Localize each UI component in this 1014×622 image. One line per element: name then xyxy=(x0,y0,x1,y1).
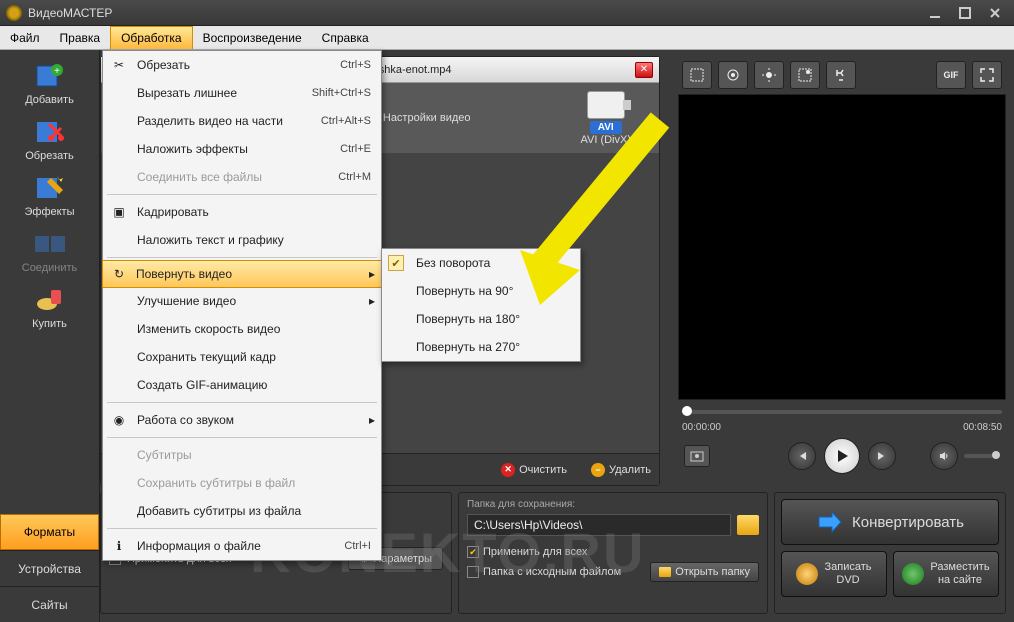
browse-folder-button[interactable] xyxy=(737,515,759,535)
crop-tool-button[interactable] xyxy=(682,61,712,89)
menu-item: Сохранить субтитры в файл xyxy=(103,469,381,497)
time-total: 00:08:50 xyxy=(963,422,1002,433)
menu-item[interactable]: Наложить текст и графику xyxy=(103,226,381,254)
brightness-tool-button[interactable] xyxy=(754,61,784,89)
enhance-tool-button[interactable] xyxy=(718,61,748,89)
menu-item[interactable]: Разделить видео на частиCtrl+Alt+S xyxy=(103,107,381,135)
maximize-button[interactable] xyxy=(952,5,978,21)
submenu-item[interactable]: Повернуть на 270° xyxy=(382,333,580,361)
delete-icon: − xyxy=(591,463,605,477)
menu-обработка[interactable]: Обработка xyxy=(110,26,193,49)
tab-устройства[interactable]: Устройства xyxy=(0,550,99,586)
upload-web-button[interactable]: Разместитьна сайте xyxy=(893,551,999,597)
fullscreen-button[interactable] xyxy=(972,61,1002,89)
sidebar-buy-button[interactable]: Купить xyxy=(10,282,90,330)
clear-icon: ✕ xyxy=(501,463,515,477)
check-icon: ✔ xyxy=(388,255,404,271)
chevron-right-icon: ▸ xyxy=(369,413,375,427)
menu-item[interactable]: Создать GIF-анимацию xyxy=(103,371,381,399)
menu-item[interactable]: Добавить субтитры из файла xyxy=(103,497,381,525)
join-icon xyxy=(28,226,72,262)
app-logo-icon xyxy=(6,5,22,21)
chevron-right-icon: ▸ xyxy=(369,267,375,281)
add-icon: + xyxy=(28,58,72,94)
buy-icon xyxy=(28,282,72,318)
folder-icon xyxy=(659,567,671,577)
seek-bar[interactable] xyxy=(678,404,1006,420)
menu-item[interactable]: Вырезать лишнееShift+Ctrl+S xyxy=(103,79,381,107)
volume-slider[interactable] xyxy=(964,454,1000,458)
sidebar-effects-button[interactable]: Эффекты xyxy=(10,170,90,218)
menu-файл[interactable]: Файл xyxy=(0,26,50,49)
clear-list-button[interactable]: ✕ Очистить xyxy=(501,463,567,477)
video-settings-link[interactable]: ⚙ Настройки видео xyxy=(369,112,471,125)
crop-icon: ▣ xyxy=(109,202,129,222)
play-button[interactable] xyxy=(824,438,860,474)
save-folder-label: Папка для сохранения: xyxy=(467,499,759,510)
menu-item: Субтитры xyxy=(103,441,381,469)
submenu-item[interactable]: ✔Без поворота xyxy=(382,249,580,277)
info-icon: ℹ xyxy=(109,536,129,556)
scissors-icon: ✂ xyxy=(109,55,129,75)
menu-item[interactable]: ▣Кадрировать xyxy=(103,198,381,226)
action-panel: Конвертировать ЗаписатьDVD Разместитьна … xyxy=(774,492,1006,614)
menu-item[interactable]: Изменить скорость видео xyxy=(103,315,381,343)
menu-item[interactable]: Сохранить текущий кадр xyxy=(103,343,381,371)
menu-item: Соединить все файлыCtrl+M xyxy=(103,163,381,191)
svg-text:+: + xyxy=(54,66,60,77)
volume-button[interactable] xyxy=(930,442,958,470)
effects-icon xyxy=(28,170,72,206)
menu-item[interactable]: Улучшение видео▸ xyxy=(103,287,381,315)
processing-menu: ✂ОбрезатьCtrl+SВырезать лишнееShift+Ctrl… xyxy=(102,50,382,561)
tab-форматы[interactable]: Форматы xyxy=(0,514,99,550)
tab-сайты[interactable]: Сайты xyxy=(0,586,99,622)
menu-правка[interactable]: Правка xyxy=(50,26,111,49)
file-close-button[interactable]: ✕ xyxy=(635,62,653,78)
cut-icon xyxy=(28,114,72,150)
open-folder-button[interactable]: Открыть папку xyxy=(650,562,759,582)
next-button[interactable] xyxy=(868,442,896,470)
sidebar-cut-button[interactable]: Обрезать xyxy=(10,114,90,162)
globe-icon xyxy=(902,563,924,585)
menu-item[interactable]: ↻Повернуть видео▸ xyxy=(102,260,382,288)
effects-tool-button[interactable] xyxy=(790,61,820,89)
convert-button[interactable]: Конвертировать xyxy=(781,499,999,545)
file-format-indicator[interactable]: AVI AVI (DivX) xyxy=(580,91,631,146)
save-folder-panel: Папка для сохранения: ✔ Применить для вс… xyxy=(458,492,768,614)
save-path-input[interactable] xyxy=(467,514,731,536)
menu-item[interactable]: Наложить эффектыCtrl+E xyxy=(103,135,381,163)
rotate-icon: ↻ xyxy=(109,264,129,284)
preview-panel: GIF 00:00:00 00:08:50 xyxy=(678,56,1006,486)
snapshot-button[interactable] xyxy=(684,445,710,467)
sidebar-add-button[interactable]: +Добавить xyxy=(10,58,90,106)
source-folder-checkbox[interactable] xyxy=(467,566,479,578)
menu-item[interactable]: ◉Работа со звуком▸ xyxy=(103,406,381,434)
menu-item[interactable]: ℹИнформация о файлеCtrl+I xyxy=(103,532,381,560)
window-title: ВидеоМАСТЕР xyxy=(28,6,112,20)
chevron-right-icon: ▸ xyxy=(369,294,375,308)
convert-arrow-icon xyxy=(816,509,842,535)
menu-воспроизведение[interactable]: Воспроизведение xyxy=(193,26,312,49)
dvd-icon xyxy=(796,563,818,585)
sidebar-join-button: Соединить xyxy=(10,226,90,274)
gif-tool-button[interactable]: GIF xyxy=(936,61,966,89)
burn-dvd-button[interactable]: ЗаписатьDVD xyxy=(781,551,887,597)
prev-button[interactable] xyxy=(788,442,816,470)
speed-tool-button[interactable] xyxy=(826,61,856,89)
video-preview[interactable] xyxy=(678,94,1006,400)
minimize-button[interactable] xyxy=(922,5,948,21)
submenu-item[interactable]: Повернуть на 180° xyxy=(382,305,580,333)
rotate-submenu: ✔Без поворотаПовернуть на 90°Повернуть н… xyxy=(381,248,581,362)
submenu-item[interactable]: Повернуть на 90° xyxy=(382,277,580,305)
time-current: 00:00:00 xyxy=(682,422,721,433)
save-apply-all-checkbox[interactable]: ✔ xyxy=(467,546,479,558)
close-button[interactable] xyxy=(982,5,1008,21)
camera-icon xyxy=(587,91,625,119)
menu-item[interactable]: ✂ОбрезатьCtrl+S xyxy=(103,51,381,79)
menu-справка[interactable]: Справка xyxy=(312,26,379,49)
delete-file-button[interactable]: − Удалить xyxy=(591,463,651,477)
sound-icon: ◉ xyxy=(109,410,129,430)
